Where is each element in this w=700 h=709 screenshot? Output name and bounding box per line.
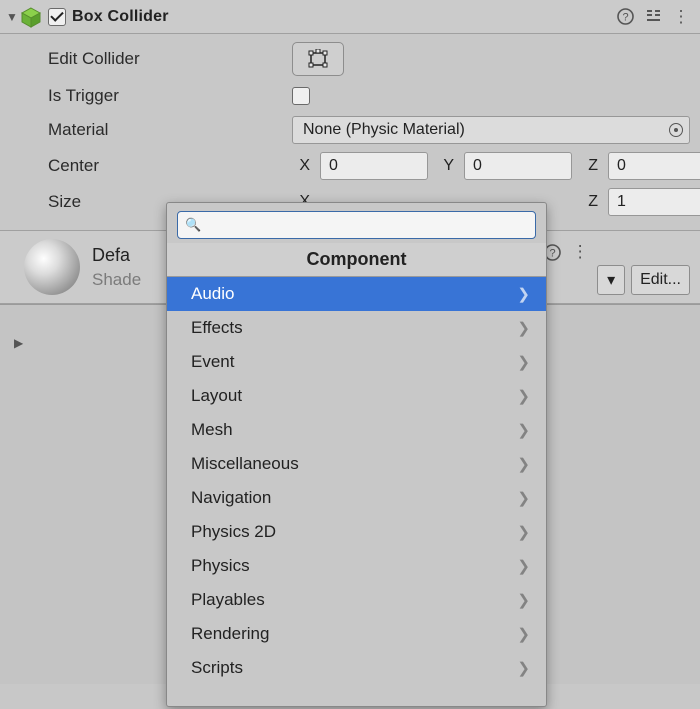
axis-z-label: Z (580, 157, 600, 175)
component-header: ▼ Box Collider ? ⋮ (0, 0, 700, 34)
material-preview-sphere (24, 239, 80, 295)
edit-collider-button[interactable] (292, 42, 344, 76)
material-row: Material None (Physic Material) (0, 112, 700, 148)
axis-x-label: X (292, 157, 312, 175)
chevron-right-icon: ❯ (517, 523, 530, 541)
svg-text:?: ? (622, 12, 628, 24)
center-x-input[interactable] (320, 152, 428, 180)
chevron-right-icon: ❯ (517, 557, 530, 575)
component-category-label: Rendering (191, 624, 269, 644)
component-search-input[interactable] (177, 211, 536, 239)
center-z-input[interactable] (608, 152, 700, 180)
component-icon (20, 6, 42, 28)
chevron-right-icon: ❯ (517, 591, 530, 609)
chevron-right-icon: ❯ (517, 387, 530, 405)
component-enabled-checkbox[interactable] (48, 8, 66, 26)
material-object-field[interactable]: None (Physic Material) (292, 116, 690, 144)
object-picker-icon[interactable] (669, 123, 683, 137)
inspector-panel: ▼ Box Collider ? ⋮ Edit Collider (0, 0, 700, 709)
component-category-item[interactable]: Miscellaneous ❯ (167, 447, 546, 481)
material-value: None (Physic Material) (303, 121, 465, 139)
material-label: Material (48, 120, 292, 140)
edit-collider-label: Edit Collider (48, 49, 292, 69)
component-category-label: Mesh (191, 420, 233, 440)
size-z-input[interactable] (608, 188, 700, 216)
is-trigger-row: Is Trigger (0, 80, 700, 112)
popup-category-list[interactable]: Audio❯Effects❯Event❯Layout❯Mesh❯Miscella… (167, 277, 546, 706)
shader-label: Shade (92, 270, 141, 290)
component-category-item[interactable]: Scripts ❯ (167, 651, 546, 685)
center-label: Center (48, 156, 292, 176)
component-category-item[interactable]: Audio ❯ (167, 277, 546, 311)
chevron-right-icon: ❯ (517, 353, 530, 371)
chevron-right-icon: ❯ (517, 319, 530, 337)
popup-title: Component (167, 243, 546, 277)
center-y-input[interactable] (464, 152, 572, 180)
component-category-item[interactable]: Event ❯ (167, 345, 546, 379)
material-inline-foldout[interactable]: ▶ (14, 336, 30, 350)
popup-search-area: 🔍 (167, 203, 546, 243)
add-component-popup: 🔍 Component Audio❯Effects❯Event❯Layout❯M… (166, 202, 547, 707)
chevron-right-icon: ❯ (517, 421, 530, 439)
is-trigger-label: Is Trigger (48, 86, 292, 106)
svg-text:?: ? (549, 247, 555, 259)
component-category-label: Miscellaneous (191, 454, 299, 474)
component-category-item[interactable]: Effects ❯ (167, 311, 546, 345)
component-title: Box Collider (72, 8, 169, 26)
component-category-item[interactable]: Mesh ❯ (167, 413, 546, 447)
shader-dropdown[interactable]: ▾ (597, 265, 625, 295)
help-icon[interactable]: ? (614, 6, 636, 28)
material-name: Defa (92, 245, 141, 266)
component-category-label: Scripts (191, 658, 243, 678)
component-category-item[interactable]: Physics ❯ (167, 549, 546, 583)
component-category-label: Playables (191, 590, 265, 610)
component-category-label: Event (191, 352, 234, 372)
foldout-toggle[interactable]: ▼ (4, 10, 20, 24)
search-icon: 🔍 (185, 217, 201, 233)
chevron-right-icon: ❯ (517, 625, 530, 643)
axis-y-label: Y (436, 157, 456, 175)
chevron-right-icon: ❯ (517, 489, 530, 507)
component-category-item[interactable]: Rendering ❯ (167, 617, 546, 651)
kebab-menu-icon[interactable]: ⋮ (670, 6, 692, 28)
component-category-label: Layout (191, 386, 242, 406)
component-category-label: Navigation (191, 488, 271, 508)
component-category-item[interactable]: Layout ❯ (167, 379, 546, 413)
component-category-label: Physics 2D (191, 522, 276, 542)
axis-z-label: Z (580, 193, 600, 211)
chevron-right-icon: ❯ (517, 659, 530, 677)
component-category-label: Effects (191, 318, 243, 338)
center-row: Center X Y Z (0, 148, 700, 184)
chevron-right-icon: ❯ (517, 285, 530, 303)
chevron-right-icon: ❯ (517, 455, 530, 473)
component-category-item[interactable]: Playables ❯ (167, 583, 546, 617)
edit-collider-row: Edit Collider (0, 38, 700, 80)
edit-button[interactable]: Edit... (631, 265, 690, 295)
presets-icon[interactable] (642, 6, 664, 28)
component-category-item[interactable]: Physics 2D ❯ (167, 515, 546, 549)
kebab-menu-icon[interactable]: ⋮ (569, 241, 591, 263)
component-category-label: Physics (191, 556, 250, 576)
is-trigger-checkbox[interactable] (292, 87, 310, 105)
component-category-item[interactable]: Navigation ❯ (167, 481, 546, 515)
component-category-label: Audio (191, 284, 234, 304)
